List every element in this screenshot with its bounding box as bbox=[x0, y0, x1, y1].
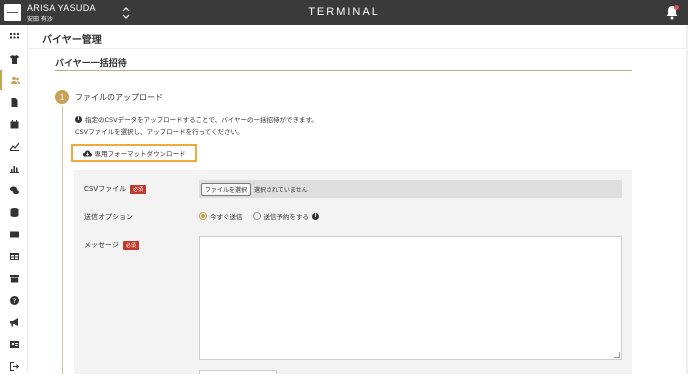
csv-file-label: CSVファイル 必須 bbox=[84, 184, 147, 194]
sidebar-item-tables[interactable] bbox=[0, 246, 28, 266]
help-icon: ? bbox=[9, 295, 19, 305]
page-header bbox=[28, 25, 688, 49]
brand-logo: TERMINAL bbox=[308, 6, 380, 18]
sidebar-item-data[interactable] bbox=[0, 202, 28, 222]
csv-label-text: CSVファイル bbox=[84, 185, 127, 193]
info-message: i 指定のCSVデータをアップロードすることで、バイヤーの一括招待ができます。 bbox=[75, 114, 318, 124]
radio-schedule-label[interactable]: 送信予約をする bbox=[264, 211, 310, 221]
info-text-line1: 指定のCSVデータをアップロードすることで、バイヤーの一括招待ができます。 bbox=[85, 116, 318, 124]
radio-send-now-label[interactable]: 今すぐ送信 bbox=[210, 211, 243, 221]
chart-bar-icon bbox=[9, 165, 19, 173]
section-divider bbox=[55, 70, 632, 71]
archive-icon bbox=[9, 274, 19, 282]
sidebar: ? bbox=[0, 25, 28, 374]
chat-icon bbox=[9, 186, 19, 194]
sidebar-item-mail[interactable] bbox=[0, 224, 28, 244]
document-icon bbox=[11, 97, 17, 107]
sidebar-item-logout[interactable] bbox=[0, 356, 28, 376]
message-label-text: メッセージ bbox=[84, 241, 119, 249]
required-badge: 必須 bbox=[130, 184, 147, 194]
sidebar-item-documents[interactable] bbox=[0, 92, 28, 112]
section-title: バイヤー一括招待 bbox=[55, 59, 127, 69]
download-format-button[interactable]: 専用フォーマットダウンロード bbox=[71, 144, 197, 162]
radio-send-now[interactable] bbox=[199, 212, 207, 220]
top-bar: ARISA YASUDA 安田 有沙 TERMINAL bbox=[0, 0, 688, 25]
sidebar-item-grid[interactable] bbox=[0, 27, 28, 47]
id-card-icon bbox=[9, 340, 19, 348]
message-label: メッセージ 必須 bbox=[84, 240, 139, 250]
step-number-badge: 1 bbox=[55, 90, 69, 104]
table-icon bbox=[9, 252, 19, 260]
file-status-text: 選択されていません bbox=[254, 186, 308, 194]
sidebar-item-analytics[interactable] bbox=[0, 136, 28, 156]
info-icon: i bbox=[75, 115, 82, 123]
csv-file-input[interactable]: ファイルを選択 選択されていません bbox=[199, 180, 622, 198]
page-title: バイヤー管理 bbox=[42, 35, 102, 46]
sidebar-item-messages[interactable] bbox=[0, 180, 28, 200]
calendar-icon bbox=[10, 119, 18, 128]
notification-dot bbox=[674, 5, 679, 10]
sidebar-item-calendar[interactable] bbox=[0, 114, 28, 134]
partial-field-below[interactable] bbox=[199, 370, 277, 374]
megaphone-icon bbox=[9, 317, 18, 326]
sidebar-item-buyers[interactable] bbox=[0, 70, 28, 90]
svg-text:?: ? bbox=[12, 296, 15, 304]
send-option-label-text: 送信オプション bbox=[84, 213, 133, 221]
step-connector-line bbox=[62, 106, 63, 374]
database-icon bbox=[10, 207, 18, 217]
grid-icon bbox=[9, 32, 19, 38]
sidebar-item-profile[interactable] bbox=[0, 334, 28, 354]
radio-schedule[interactable] bbox=[252, 212, 261, 220]
message-textarea[interactable] bbox=[199, 236, 622, 360]
required-badge: 必須 bbox=[122, 240, 139, 250]
sidebar-item-reports[interactable] bbox=[0, 158, 28, 178]
choose-file-button[interactable]: ファイルを選択 bbox=[201, 182, 252, 196]
sidebar-item-help[interactable]: ? bbox=[0, 290, 28, 310]
sidebar-item-archive[interactable] bbox=[0, 268, 28, 288]
chart-line-icon bbox=[9, 142, 19, 151]
cloud-download-icon bbox=[82, 150, 92, 156]
schedule-info-icon[interactable]: i bbox=[312, 212, 319, 220]
step-title: ファイルのアップロード bbox=[75, 93, 163, 102]
logout-icon bbox=[9, 361, 19, 371]
sidebar-item-announcements[interactable] bbox=[0, 312, 28, 332]
tshirt-icon bbox=[9, 54, 19, 64]
users-icon bbox=[10, 76, 20, 84]
mail-icon bbox=[9, 231, 19, 237]
send-option-group: 今すぐ送信 送信予約をする i bbox=[199, 211, 319, 221]
info-text-line2: CSVファイルを選択し、アップロードを行ってください。 bbox=[75, 128, 244, 136]
send-option-label: 送信オプション bbox=[84, 212, 133, 222]
textarea-resize-handle[interactable] bbox=[614, 352, 620, 358]
download-button-label: 専用フォーマットダウンロード bbox=[94, 150, 186, 158]
sidebar-item-products[interactable] bbox=[0, 49, 28, 69]
